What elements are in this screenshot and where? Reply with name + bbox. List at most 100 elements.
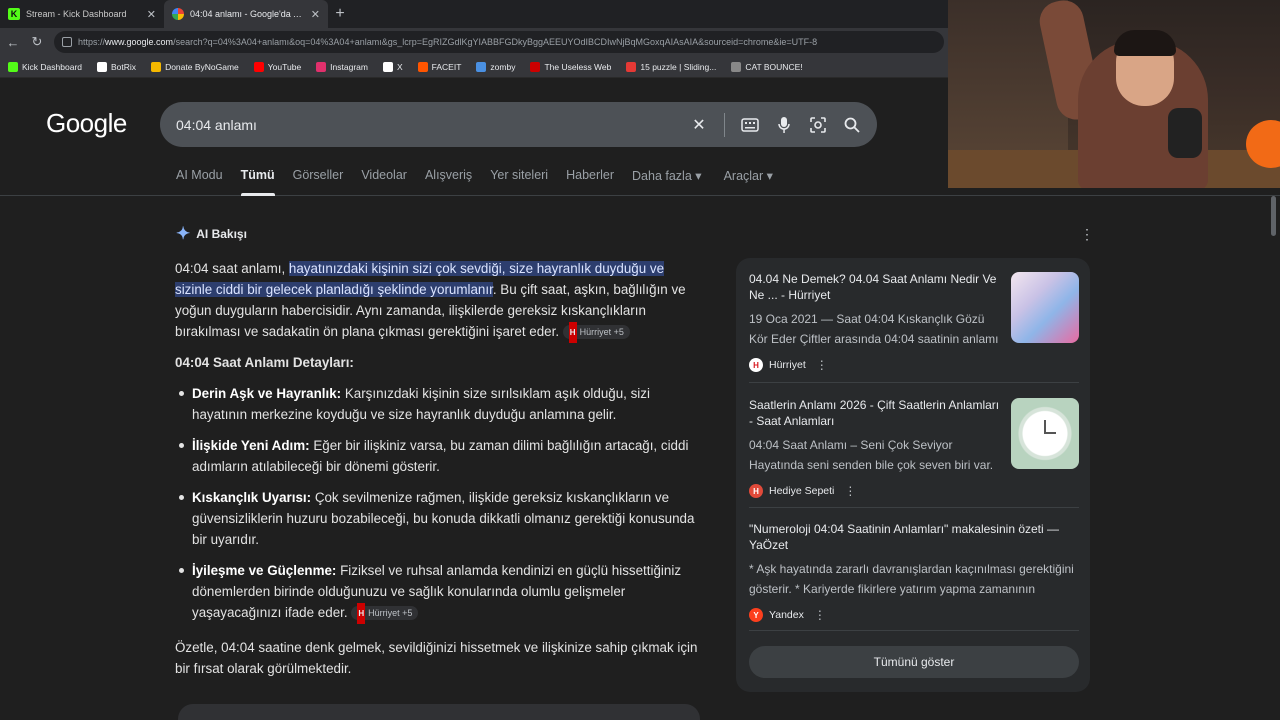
bookmark-label: X <box>396 61 403 72</box>
bookmark-label: Kick Dashboard <box>22 61 83 72</box>
ai-overview-body: 04:04 saat anlamı, hayatınızdaki kişinin… <box>175 258 700 689</box>
bookmark-label: zomby <box>490 61 516 72</box>
source-chip[interactable]: H Hürriyet +5 <box>562 321 630 343</box>
source-thumbnail <box>1011 272 1079 343</box>
ai-mode-button[interactable] <box>178 704 700 720</box>
search-input[interactable] <box>176 116 690 133</box>
new-tab-button[interactable]: + <box>328 0 352 28</box>
source-snippet: 19 Oca 2021 — Saat 04:04 Kıskançlık Gözü… <box>749 312 999 346</box>
more-options-icon[interactable]: ⋮ <box>1080 226 1094 243</box>
scrollbar-thumb[interactable] <box>1271 196 1276 236</box>
bookmark-item[interactable]: YouTube <box>253 61 301 72</box>
bookmark-label: 15 puzzle | Sliding... <box>640 61 717 72</box>
bookmark-item[interactable]: Kick Dashboard <box>8 61 83 72</box>
ai-list: Derin Aşk ve Hayranlık: Karşınızdaki kiş… <box>175 383 700 624</box>
source-site: Y Yandex ⋮ <box>749 608 1079 622</box>
search-tabs: AI Modu Tümü Görseller Videolar Alışveri… <box>176 168 773 196</box>
bookmark-icon <box>316 61 327 72</box>
bookmark-icon <box>253 61 264 72</box>
close-icon[interactable]: ✕ <box>311 8 320 21</box>
bookmark-label: Instagram <box>330 61 368 72</box>
browser-window: K Stream - Kick Dashboard ✕ 04:04 anlamı… <box>0 0 1280 720</box>
bookmark-label: CAT BOUNCE! <box>745 61 803 72</box>
tab-title: 04:04 anlamı - Google'da Ara <box>190 9 305 19</box>
hurriyet-icon: H <box>357 602 366 624</box>
bookmark-item[interactable]: X <box>382 61 403 72</box>
bookmark-icon <box>626 61 637 72</box>
tab-all[interactable]: Tümü <box>240 168 275 196</box>
tab-videos[interactable]: Videolar <box>361 168 407 196</box>
ai-overview-header: ✦ AI Bakışı <box>176 224 247 244</box>
divider <box>724 112 725 137</box>
tab-news[interactable]: Haberler <box>566 168 614 196</box>
google-icon <box>172 8 184 20</box>
close-icon[interactable]: ✕ <box>147 8 156 21</box>
bookmark-icon <box>476 61 487 72</box>
source-site: H Hediye Sepeti ⋮ <box>749 484 1079 498</box>
bookmark-label: BotRix <box>111 61 137 72</box>
scrollbar[interactable] <box>1268 196 1280 720</box>
hurriyet-icon: H <box>749 358 763 372</box>
show-all-button[interactable]: Tümünü göster <box>749 646 1079 678</box>
source-chip[interactable]: H Hürriyet +5 <box>351 602 419 624</box>
bookmark-item[interactable]: The Useless Web <box>530 61 611 72</box>
search-box: ✕ <box>160 102 877 147</box>
bookmark-item[interactable]: 15 puzzle | Sliding... <box>626 61 717 72</box>
more-options-icon[interactable]: ⋮ <box>814 608 826 622</box>
list-item: İyileşme ve Güçlenme: Fiziksel ve ruhsal… <box>179 560 700 624</box>
address-bar[interactable]: https://www.google.com/search?q=04%3A04+… <box>54 31 944 53</box>
bookmark-label: Donate ByNoGame <box>165 61 239 72</box>
source-title[interactable]: Saatlerin Anlamı 2026 - Çift Saatlerin A… <box>749 397 1001 429</box>
lens-icon[interactable] <box>809 116 827 134</box>
bookmark-icon <box>8 61 18 72</box>
site-name: Hürriyet <box>769 359 806 371</box>
source-snippet: * Aşk hayatında zararlı davranışlardan k… <box>749 562 1074 596</box>
kick-icon: K <box>8 8 20 20</box>
list-item: Kıskançlık Uyarısı: Çok sevilmenize rağm… <box>179 487 700 550</box>
bookmark-item[interactable]: zomby <box>476 61 516 72</box>
bookmark-item[interactable]: Donate ByNoGame <box>151 61 239 72</box>
tab-title: Stream - Kick Dashboard <box>26 9 127 19</box>
tab-places[interactable]: Yer siteleri <box>490 168 548 196</box>
site-name: Yandex <box>769 609 804 621</box>
sources-panel: 04.04 Ne Demek? 04.04 Saat Anlamı Nedir … <box>736 258 1090 692</box>
source-site: H Hürriyet ⋮ <box>749 358 1079 372</box>
tab-shopping[interactable]: Alışveriş <box>425 168 472 196</box>
bookmark-item[interactable]: FACEIT <box>417 61 461 72</box>
back-icon[interactable]: ← <box>6 35 20 50</box>
tab-kick-dashboard[interactable]: K Stream - Kick Dashboard ✕ <box>0 0 164 28</box>
bookmark-icon <box>382 61 393 72</box>
bookmark-icon <box>530 61 541 72</box>
more-options-icon[interactable]: ⋮ <box>844 484 856 498</box>
site-name: Hediye Sepeti <box>769 485 835 497</box>
tab-tools[interactable]: Araçlar ▾ <box>724 168 773 196</box>
search-icon[interactable] <box>843 116 861 134</box>
more-options-icon[interactable]: ⋮ <box>816 358 828 372</box>
ai-overview-title: AI Bakışı <box>196 227 247 241</box>
tab-ai-mode[interactable]: AI Modu <box>176 168 223 196</box>
keyboard-icon[interactable] <box>741 116 759 134</box>
reload-icon[interactable]: ↻ <box>30 34 44 50</box>
source-card[interactable]: "Numeroloji 04:04 Saatinin Anlamları" ma… <box>749 521 1079 622</box>
source-title[interactable]: "Numeroloji 04:04 Saatinin Anlamları" ma… <box>749 521 1069 553</box>
source-snippet: 04:04 Saat Anlamı – Seni Çok Seviyor Hay… <box>749 438 994 472</box>
microphone-icon[interactable] <box>775 116 793 134</box>
site-info-icon[interactable] <box>62 37 72 47</box>
google-logo[interactable]: Google <box>46 108 127 139</box>
bookmark-icon <box>97 61 108 72</box>
bookmark-item[interactable]: CAT BOUNCE! <box>731 61 803 72</box>
bookmark-item[interactable]: BotRix <box>97 61 137 72</box>
divider <box>749 507 1079 508</box>
source-title[interactable]: 04.04 Ne Demek? 04.04 Saat Anlamı Nedir … <box>749 271 1001 303</box>
webcam-overlay <box>948 0 1280 188</box>
bookmark-item[interactable]: Instagram <box>316 61 368 72</box>
chevron-down-icon: ▾ <box>695 169 702 183</box>
tab-images[interactable]: Görseller <box>293 168 344 196</box>
divider <box>749 630 1079 631</box>
source-card[interactable]: 04.04 Ne Demek? 04.04 Saat Anlamı Nedir … <box>749 271 1079 372</box>
list-item: Derin Aşk ve Hayranlık: Karşınızdaki kiş… <box>179 383 700 425</box>
tab-google-search[interactable]: 04:04 anlamı - Google'da Ara ✕ <box>164 0 328 28</box>
clear-icon[interactable]: ✕ <box>690 116 708 134</box>
source-card[interactable]: Saatlerin Anlamı 2026 - Çift Saatlerin A… <box>749 397 1079 498</box>
tab-more[interactable]: Daha fazla ▾ <box>632 168 702 196</box>
